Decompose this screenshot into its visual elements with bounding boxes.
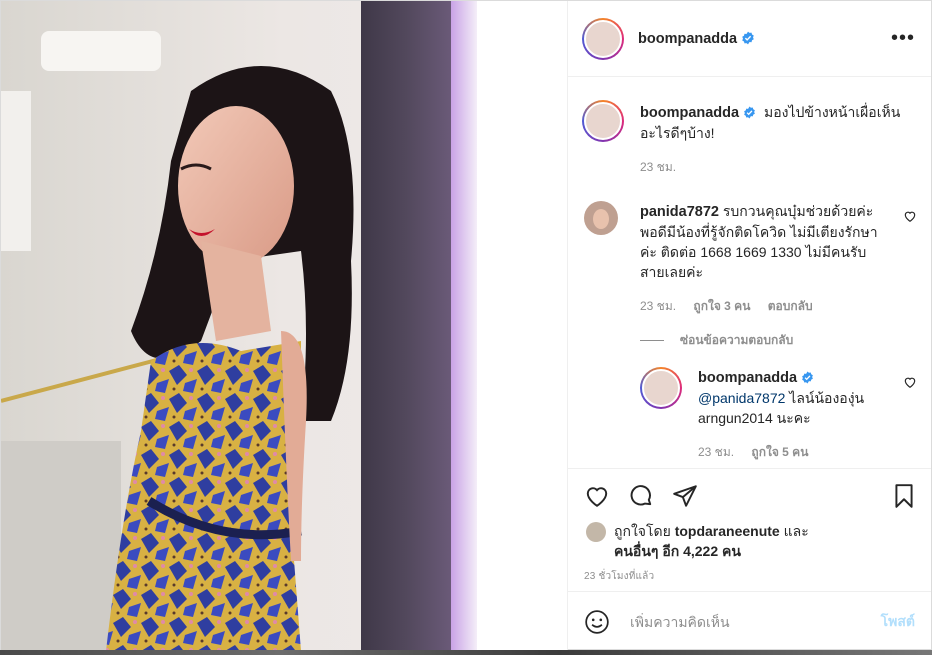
caption-body: boompanadda มองไปข้างหน้าเผื่อเห็นอะไรดี…: [640, 102, 917, 177]
reply-body: boompanadda @panida7872 ไลน์น้ององุ่น ar…: [698, 367, 887, 462]
avatar-image: [642, 369, 680, 407]
caption-avatar[interactable]: [582, 100, 624, 142]
avatar-image: [584, 102, 622, 140]
reply-time[interactable]: 23 ชม.: [698, 445, 734, 459]
author-username-row: boompanadda: [638, 30, 755, 48]
liked-by-prefix: ถูกใจโดย: [614, 523, 675, 539]
liked-by-others[interactable]: คนอื่นๆ อีก 4,222 คน: [614, 543, 741, 559]
share-paper-plane-icon[interactable]: [672, 483, 698, 509]
reply-button[interactable]: ตอบกลับ: [768, 299, 813, 313]
comment-likes[interactable]: ถูกใจ 3 คน: [693, 299, 750, 313]
replies-divider: [640, 340, 664, 341]
reply-mention-link[interactable]: @panida7872: [698, 390, 785, 406]
caption-item: boompanadda มองไปข้างหน้าเผื่อเห็นอะไรดี…: [582, 100, 917, 200]
caption-time[interactable]: 23 ชม.: [640, 160, 676, 174]
post-timestamp[interactable]: 23 ชั่วโมงที่แล้ว: [568, 561, 931, 584]
caption-meta: 23 ชม.: [640, 157, 917, 177]
liked-by-user[interactable]: topdaraneenute: [675, 523, 780, 539]
reply-item: boompanadda @panida7872 ไลน์น้ององุ่น ar…: [640, 367, 917, 468]
background-strip: [0, 650, 932, 655]
comment-meta: 23 ชม. ถูกใจ 3 คน ตอบกลับ: [640, 296, 887, 316]
like-heart-icon[interactable]: [584, 483, 610, 509]
post-comment-button[interactable]: โพสต์: [881, 611, 915, 633]
more-options-icon[interactable]: •••: [891, 27, 915, 50]
verified-badge-icon: [802, 371, 813, 384]
like-reply-heart-icon[interactable]: [903, 375, 917, 389]
like-comment-heart-icon[interactable]: [903, 209, 917, 223]
comment-bubble-icon[interactable]: [628, 483, 654, 509]
post-photo[interactable]: [1, 1, 567, 651]
post-actions: ถูกใจโดย topdaraneenute และ คนอื่นๆ อีก …: [568, 468, 931, 584]
reply-meta: 23 ชม. ถูกใจ 5 คน: [698, 442, 887, 462]
liked-by-text: ถูกใจโดย topdaraneenute และ คนอื่นๆ อีก …: [614, 521, 809, 561]
liker-avatar[interactable]: [586, 522, 606, 542]
comment-body: panida7872 รบกวนคุณบุ๋มช่วยด้วยค่ะ พอดีม…: [640, 201, 887, 316]
comment-username[interactable]: panida7872: [640, 204, 719, 220]
add-comment-input[interactable]: [628, 612, 881, 631]
post-photo-illustration: [1, 1, 567, 651]
reply-avatar[interactable]: [640, 367, 682, 409]
liked-by-row: ถูกใจโดย topdaraneenute และ คนอื่นๆ อีก …: [568, 511, 931, 561]
author-username[interactable]: boompanadda: [638, 31, 737, 47]
liked-by-middle: และ: [779, 523, 809, 539]
comment-text-row: panida7872 รบกวนคุณบุ๋มช่วยด้วยค่ะ พอดีม…: [640, 201, 887, 282]
avatar-image: [584, 19, 622, 58]
emoji-icon[interactable]: [584, 609, 610, 635]
post-sidebar: boompanadda ••• boompanadda มองไปข้างหน้…: [567, 1, 931, 651]
reply-likes[interactable]: ถูกใจ 5 คน: [751, 445, 808, 459]
reply-text-row: boompanadda @panida7872 ไลน์น้ององุ่น ar…: [698, 367, 887, 428]
verified-badge-icon: [744, 106, 755, 119]
action-icons-row: [568, 469, 931, 511]
commenter-avatar[interactable]: [584, 201, 618, 235]
add-comment-bar: โพสต์: [568, 591, 931, 651]
comments-list: boompanadda มองไปข้างหน้าเผื่อเห็นอะไรดี…: [568, 78, 931, 468]
author-avatar[interactable]: [582, 17, 624, 60]
comment-item: panida7872 รบกวนคุณบุ๋มช่วยด้วยค่ะ พอดีม…: [582, 201, 917, 331]
instagram-post-modal: boompanadda ••• boompanadda มองไปข้างหน้…: [0, 0, 932, 651]
avatar-face: [593, 209, 609, 229]
post-header: boompanadda •••: [568, 1, 931, 77]
comment-time[interactable]: 23 ชม.: [640, 299, 676, 313]
verified-badge-icon: [742, 31, 754, 44]
hide-replies-label: ซ่อนข้อความตอบกลับ: [680, 333, 794, 347]
caption-username[interactable]: boompanadda: [640, 105, 739, 121]
save-bookmark-icon[interactable]: [891, 483, 917, 509]
reply-username[interactable]: boompanadda: [698, 370, 797, 386]
caption-text-row: boompanadda มองไปข้างหน้าเผื่อเห็นอะไรดี…: [640, 102, 917, 143]
hide-replies-toggle[interactable]: ซ่อนข้อความตอบกลับ: [640, 331, 793, 350]
